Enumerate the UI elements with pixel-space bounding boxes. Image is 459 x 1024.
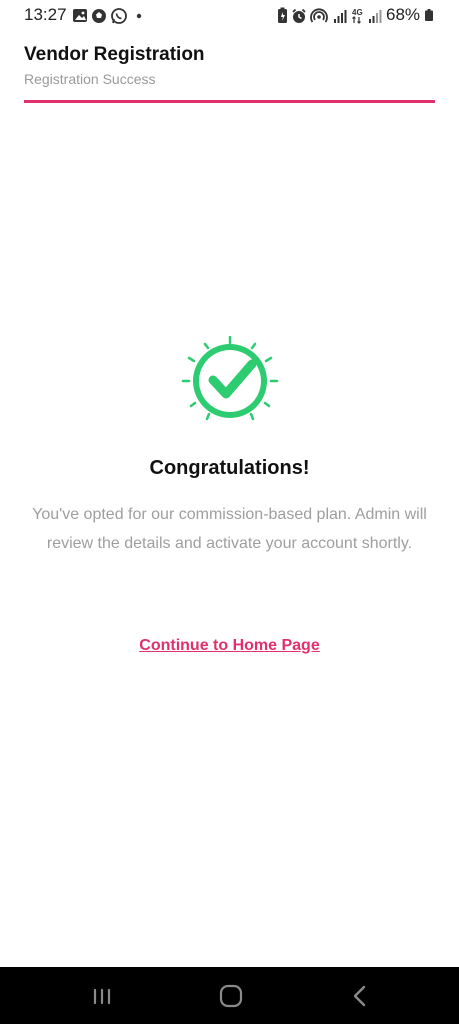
check-circle-icon	[181, 336, 279, 421]
dot-icon	[136, 13, 142, 19]
status-left-icons	[73, 8, 142, 24]
status-right-icons: 4G	[278, 7, 382, 24]
signal-icon-2	[369, 10, 382, 23]
header-divider	[24, 100, 435, 103]
navigation-bar	[0, 967, 459, 1024]
whatsapp-icon	[111, 8, 127, 24]
battery-icon	[425, 9, 433, 21]
success-heading: Congratulations!	[149, 457, 310, 479]
hotspot-icon	[310, 8, 328, 23]
screen: 13:27 4G 68% Vendor Registration Registr…	[0, 0, 459, 1024]
page-title: Vendor Registration	[24, 44, 205, 65]
4g-icon: 4G	[352, 8, 363, 24]
home-icon[interactable]	[216, 981, 246, 1011]
signal-icon	[334, 10, 347, 23]
recent-apps-icon[interactable]	[87, 981, 117, 1011]
status-time: 13:27	[24, 5, 67, 24]
back-icon[interactable]	[345, 981, 375, 1011]
status-bar: 13:27 4G 68%	[0, 0, 459, 32]
continue-to-home-link[interactable]: Continue to Home Page	[0, 637, 459, 655]
success-message: You've opted for our commission-based pl…	[32, 506, 427, 552]
battery-saver-icon	[278, 7, 287, 23]
battery-percentage: 68%	[386, 5, 421, 24]
svg-text:4G: 4G	[352, 8, 363, 17]
gallery-icon	[73, 9, 87, 22]
page-subtitle: Registration Success	[24, 71, 156, 87]
football-icon	[92, 9, 106, 23]
alarm-icon	[292, 8, 306, 23]
